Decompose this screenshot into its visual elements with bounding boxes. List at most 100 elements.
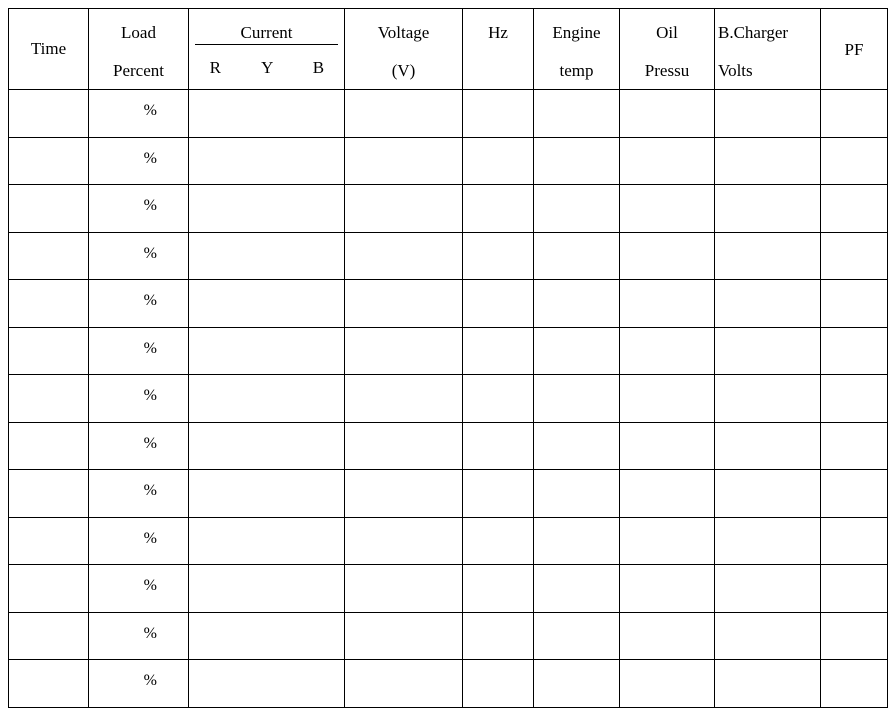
- cell-load-percent[interactable]: %: [88, 136, 189, 185]
- cell-current[interactable]: [188, 659, 345, 708]
- cell-hz[interactable]: [462, 469, 534, 518]
- cell-time[interactable]: [8, 611, 89, 660]
- cell-time[interactable]: [8, 469, 89, 518]
- cell-time[interactable]: [8, 231, 89, 280]
- cell-load-percent[interactable]: %: [88, 516, 189, 565]
- cell-engine-temp[interactable]: [533, 611, 620, 660]
- cell-load-percent[interactable]: %: [88, 421, 189, 470]
- cell-battery-charger-volts[interactable]: [714, 421, 821, 470]
- cell-load-percent[interactable]: %: [88, 611, 189, 660]
- cell-time[interactable]: [8, 184, 89, 233]
- cell-oil-pressure[interactable]: [619, 469, 715, 518]
- cell-oil-pressure[interactable]: [619, 136, 715, 185]
- cell-time[interactable]: [8, 89, 89, 138]
- cell-hz[interactable]: [462, 231, 534, 280]
- cell-pf[interactable]: [820, 326, 888, 375]
- cell-battery-charger-volts[interactable]: [714, 231, 821, 280]
- cell-load-percent[interactable]: %: [88, 184, 189, 233]
- cell-engine-temp[interactable]: [533, 326, 620, 375]
- cell-engine-temp[interactable]: [533, 184, 620, 233]
- cell-pf[interactable]: [820, 184, 888, 233]
- cell-current[interactable]: [188, 89, 345, 138]
- cell-battery-charger-volts[interactable]: [714, 89, 821, 138]
- cell-time[interactable]: [8, 279, 89, 328]
- cell-engine-temp[interactable]: [533, 374, 620, 423]
- cell-current[interactable]: [188, 516, 345, 565]
- cell-oil-pressure[interactable]: [619, 374, 715, 423]
- cell-oil-pressure[interactable]: [619, 231, 715, 280]
- cell-current[interactable]: [188, 421, 345, 470]
- cell-pf[interactable]: [820, 469, 888, 518]
- cell-pf[interactable]: [820, 279, 888, 328]
- cell-voltage[interactable]: [344, 184, 463, 233]
- cell-hz[interactable]: [462, 374, 534, 423]
- cell-load-percent[interactable]: %: [88, 89, 189, 138]
- cell-load-percent[interactable]: %: [88, 326, 189, 375]
- cell-pf[interactable]: [820, 136, 888, 185]
- cell-pf[interactable]: [820, 89, 888, 138]
- cell-current[interactable]: [188, 326, 345, 375]
- cell-engine-temp[interactable]: [533, 89, 620, 138]
- cell-load-percent[interactable]: %: [88, 469, 189, 518]
- cell-hz[interactable]: [462, 564, 534, 613]
- cell-hz[interactable]: [462, 516, 534, 565]
- cell-battery-charger-volts[interactable]: [714, 136, 821, 185]
- cell-voltage[interactable]: [344, 374, 463, 423]
- cell-current[interactable]: [188, 374, 345, 423]
- cell-oil-pressure[interactable]: [619, 564, 715, 613]
- cell-oil-pressure[interactable]: [619, 516, 715, 565]
- cell-hz[interactable]: [462, 659, 534, 708]
- cell-engine-temp[interactable]: [533, 279, 620, 328]
- cell-time[interactable]: [8, 326, 89, 375]
- cell-engine-temp[interactable]: [533, 421, 620, 470]
- cell-time[interactable]: [8, 374, 89, 423]
- cell-hz[interactable]: [462, 326, 534, 375]
- cell-battery-charger-volts[interactable]: [714, 326, 821, 375]
- cell-battery-charger-volts[interactable]: [714, 516, 821, 565]
- cell-pf[interactable]: [820, 659, 888, 708]
- cell-oil-pressure[interactable]: [619, 89, 715, 138]
- cell-oil-pressure[interactable]: [619, 279, 715, 328]
- cell-oil-pressure[interactable]: [619, 184, 715, 233]
- cell-current[interactable]: [188, 564, 345, 613]
- cell-current[interactable]: [188, 231, 345, 280]
- cell-voltage[interactable]: [344, 231, 463, 280]
- cell-voltage[interactable]: [344, 659, 463, 708]
- cell-oil-pressure[interactable]: [619, 611, 715, 660]
- cell-current[interactable]: [188, 469, 345, 518]
- cell-current[interactable]: [188, 136, 345, 185]
- cell-battery-charger-volts[interactable]: [714, 469, 821, 518]
- cell-time[interactable]: [8, 516, 89, 565]
- cell-engine-temp[interactable]: [533, 231, 620, 280]
- cell-engine-temp[interactable]: [533, 136, 620, 185]
- cell-pf[interactable]: [820, 231, 888, 280]
- cell-current[interactable]: [188, 279, 345, 328]
- cell-oil-pressure[interactable]: [619, 659, 715, 708]
- cell-load-percent[interactable]: %: [88, 374, 189, 423]
- cell-hz[interactable]: [462, 184, 534, 233]
- cell-load-percent[interactable]: %: [88, 231, 189, 280]
- cell-time[interactable]: [8, 659, 89, 708]
- cell-voltage[interactable]: [344, 89, 463, 138]
- cell-oil-pressure[interactable]: [619, 326, 715, 375]
- cell-battery-charger-volts[interactable]: [714, 279, 821, 328]
- cell-voltage[interactable]: [344, 516, 463, 565]
- cell-engine-temp[interactable]: [533, 516, 620, 565]
- cell-engine-temp[interactable]: [533, 659, 620, 708]
- cell-current[interactable]: [188, 184, 345, 233]
- cell-time[interactable]: [8, 564, 89, 613]
- cell-pf[interactable]: [820, 516, 888, 565]
- cell-voltage[interactable]: [344, 326, 463, 375]
- cell-pf[interactable]: [820, 374, 888, 423]
- cell-battery-charger-volts[interactable]: [714, 564, 821, 613]
- cell-engine-temp[interactable]: [533, 564, 620, 613]
- cell-load-percent[interactable]: %: [88, 279, 189, 328]
- cell-hz[interactable]: [462, 279, 534, 328]
- cell-battery-charger-volts[interactable]: [714, 659, 821, 708]
- cell-battery-charger-volts[interactable]: [714, 184, 821, 233]
- cell-hz[interactable]: [462, 136, 534, 185]
- cell-time[interactable]: [8, 421, 89, 470]
- cell-battery-charger-volts[interactable]: [714, 374, 821, 423]
- cell-pf[interactable]: [820, 611, 888, 660]
- cell-hz[interactable]: [462, 421, 534, 470]
